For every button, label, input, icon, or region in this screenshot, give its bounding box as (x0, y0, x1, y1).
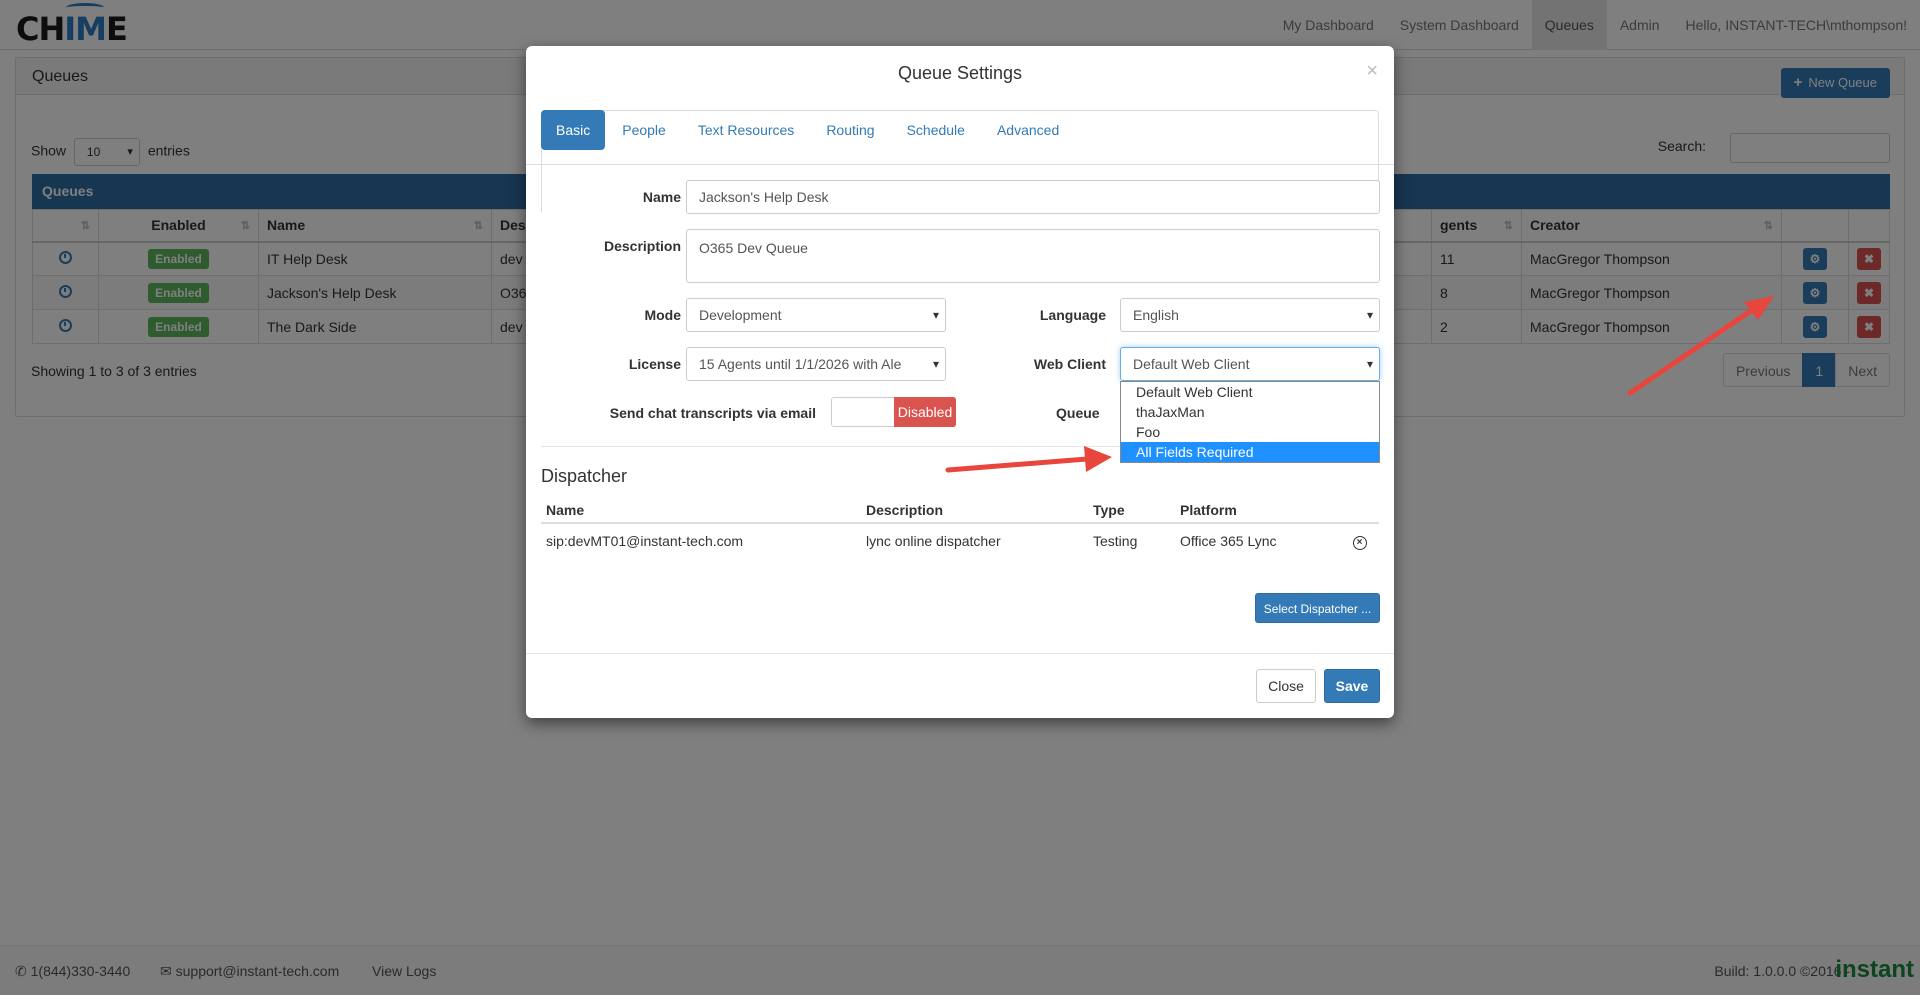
dropdown-option-highlighted[interactable]: All Fields Required (1121, 442, 1379, 462)
annotation-arrow-dropdown (945, 446, 1112, 473)
web-client-dropdown: Default Web Client thaJaxMan Foo All Fie… (1120, 381, 1380, 463)
annotation-arrow-gear (1627, 296, 1774, 396)
dropdown-option[interactable]: thaJaxMan (1121, 402, 1379, 422)
dropdown-option[interactable]: Default Web Client (1121, 382, 1379, 402)
dropdown-option[interactable]: Foo (1121, 422, 1379, 442)
annotation-arrows (945, 296, 1774, 473)
